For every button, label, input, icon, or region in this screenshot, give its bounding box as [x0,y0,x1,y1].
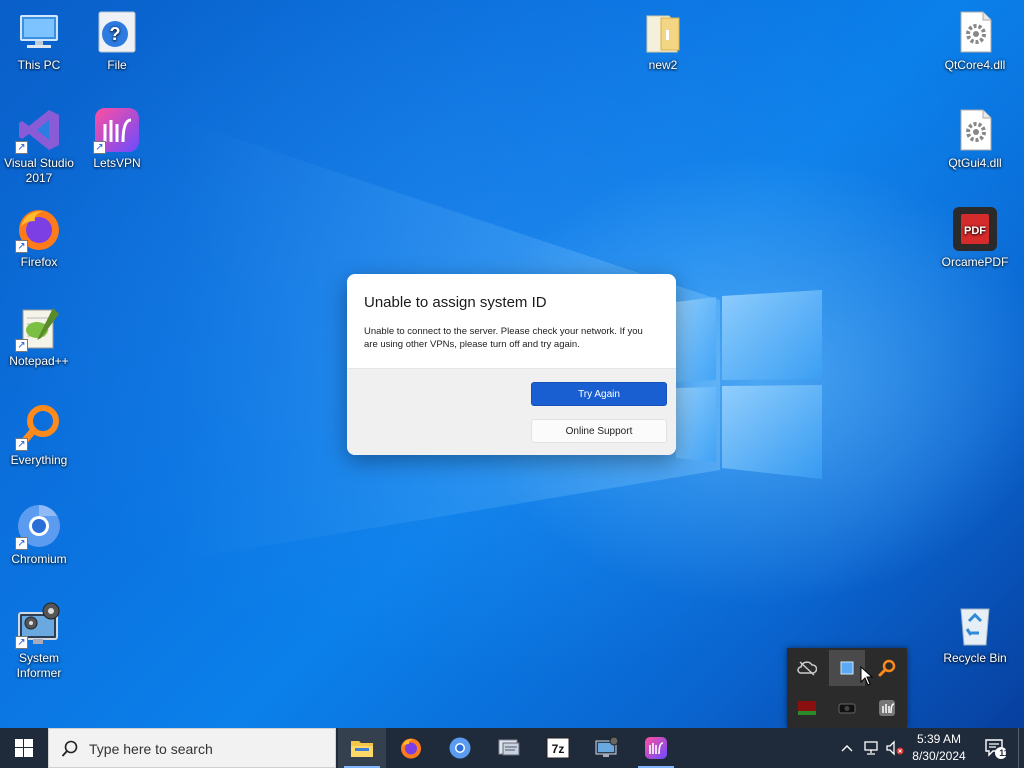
clock-time: 5:39 AM [916,732,962,746]
desktop-icon-recycle-bin[interactable]: Recycle Bin [937,601,1013,666]
folder-icon [639,8,687,56]
svg-text:PDF: PDF [964,225,986,237]
firefox-icon: ↗ [15,205,63,253]
everything-search-icon: ↗ [15,403,63,451]
desktop-icon-qtgui4-dll[interactable]: QtGui4.dll [937,106,1013,171]
dialog-footer: Try Again Online Support [347,368,676,455]
desktop-icon-chromium[interactable]: ↗ Chromium [1,502,77,567]
letsvpn-icon [645,737,667,759]
help-file-icon: ? [93,8,141,56]
online-support-button[interactable]: Online Support [531,419,667,443]
volume-button[interactable] [884,728,906,768]
desktop-icon-system-informer[interactable]: ↗ System Informer [1,601,77,681]
svg-text:?: ? [110,24,121,44]
recycle-bin-icon [951,601,999,649]
error-dialog: Unable to assign system ID Unable to con… [347,274,676,455]
show-desktop-button[interactable] [1018,728,1024,768]
network-status-button[interactable] [860,728,882,768]
desktop-icon-visual-studio[interactable]: ↗ Visual Studio 2017 [1,106,77,186]
taskbar-firefox[interactable] [387,728,435,768]
taskbar-system-tool[interactable] [485,728,533,768]
search-placeholder: Type here to search [89,741,213,757]
letsvpn-icon: ↗ [93,106,141,154]
action-center-button[interactable]: 11 [980,728,1010,768]
dialog-message: Unable to connect to the server. Please … [364,326,643,350]
desktop-icon-firefox[interactable]: ↗ Firefox [1,205,77,270]
camera-tray-icon[interactable] [829,690,865,726]
system-informer-icon [595,736,619,757]
desktop-icon-everything[interactable]: ↗ Everything [1,403,77,468]
taskbar-chromium[interactable] [436,728,484,768]
network-icon [864,741,878,755]
taskbar-file-explorer[interactable] [338,728,386,768]
desktop-icon-letsvpn[interactable]: ↗ LetsVPN [79,106,155,171]
dialog-title: Unable to assign system ID [364,294,547,311]
svg-text:7z: 7z [552,742,565,756]
chevron-up-icon [841,745,853,752]
try-again-button[interactable]: Try Again [531,382,667,406]
chromium-icon: ↗ [15,502,63,550]
dll-file-icon [951,8,999,56]
desktop-icon-notepad-plus-plus[interactable]: ↗ Notepad++ [1,304,77,369]
desktop-icon-new2[interactable]: new2 [625,8,701,73]
desktop-icon-this-pc[interactable]: This PC [1,8,77,73]
notepad-plus-plus-icon: ↗ [15,304,63,352]
clock-date: 8/30/2024 [912,749,966,763]
taskbar-system-informer[interactable] [583,728,631,768]
desktop-icon-file[interactable]: ? File [79,8,155,73]
firefox-icon [401,738,421,759]
taskbar: Type here to search 7z 5:39 AM 8/30/2024 [0,728,1024,768]
letsvpn-tray-icon[interactable] [869,690,905,726]
chromium-icon [449,737,471,759]
this-pc-icon [15,8,63,56]
system-informer-icon: ↗ [15,601,63,649]
mouse-cursor-icon [860,666,874,686]
windows-logo-icon [15,739,33,757]
file-explorer-icon [351,741,373,757]
dll-file-icon [951,106,999,154]
notification-count-badge: 11 [999,748,1009,758]
taskbar-clock[interactable]: 5:39 AM 8/30/2024 [908,731,970,765]
red-green-app-icon[interactable] [789,690,825,726]
start-button[interactable] [0,728,48,768]
search-icon [61,740,78,757]
everything-tray-icon[interactable] [869,650,905,686]
onedrive-offline-icon[interactable] [789,650,825,686]
show-hidden-icons-button[interactable] [838,728,856,768]
tray-overflow-flyout [787,648,907,728]
volume-muted-icon [886,740,904,756]
7zip-icon: 7z [546,737,570,759]
taskbar-7zip[interactable]: 7z [534,728,582,768]
pdf-app-icon: PDF [951,205,999,253]
system-tool-icon [498,739,520,756]
desktop-icon-qtcore4-dll[interactable]: QtCore4.dll [937,8,1013,73]
taskbar-search-box[interactable]: Type here to search [48,728,336,768]
visual-studio-icon: ↗ [15,106,63,154]
desktop-icon-orcamepdf[interactable]: PDF OrcamePDF [937,205,1013,270]
taskbar-letsvpn[interactable] [632,728,680,768]
